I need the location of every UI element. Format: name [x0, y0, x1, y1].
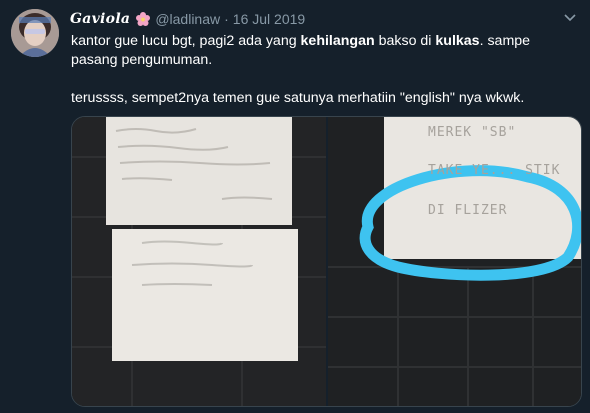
tweet-text-line2: terussss, sempet2nya temen gue satunya m… [71, 90, 525, 106]
media-photo-left[interactable] [72, 117, 326, 406]
flower-emoji-icon [135, 11, 151, 27]
tweet-text-line1: kantor gue lucu bgt, pagi2 ada yang kehi… [71, 33, 531, 68]
media-photo-right[interactable]: MEREK "SB" TAKE YE... STIK DI FLIZER [328, 117, 581, 406]
tweet-card[interactable]: Gaviola @ladlinaw · 16 Jul 2019 kantor g… [0, 0, 590, 413]
note-right-line-3: DI FLIZER [428, 203, 508, 218]
note-right-line-2: TAKE YE... STIK [428, 163, 561, 178]
tweet-header: Gaviola @ladlinaw · 16 Jul 2019 [70, 10, 305, 28]
user-handle[interactable]: @ladlinaw [155, 11, 220, 27]
avatar[interactable] [11, 9, 59, 57]
display-name[interactable]: Gaviola [70, 11, 130, 27]
separator-dot: · [224, 11, 229, 27]
tweet-date[interactable]: 16 Jul 2019 [233, 11, 305, 27]
note-right-line-1: MEREK "SB" [428, 125, 517, 140]
chevron-down-icon[interactable] [562, 12, 578, 24]
tweet-media[interactable]: MEREK "SB" TAKE YE... STIK DI FLIZER [71, 116, 582, 407]
bold-word-kehilangan: kehilangan [300, 33, 375, 49]
tweet-text: kantor gue lucu bgt, pagi2 ada yang kehi… [71, 32, 576, 108]
bold-word-kulkas: kulkas [435, 33, 480, 49]
